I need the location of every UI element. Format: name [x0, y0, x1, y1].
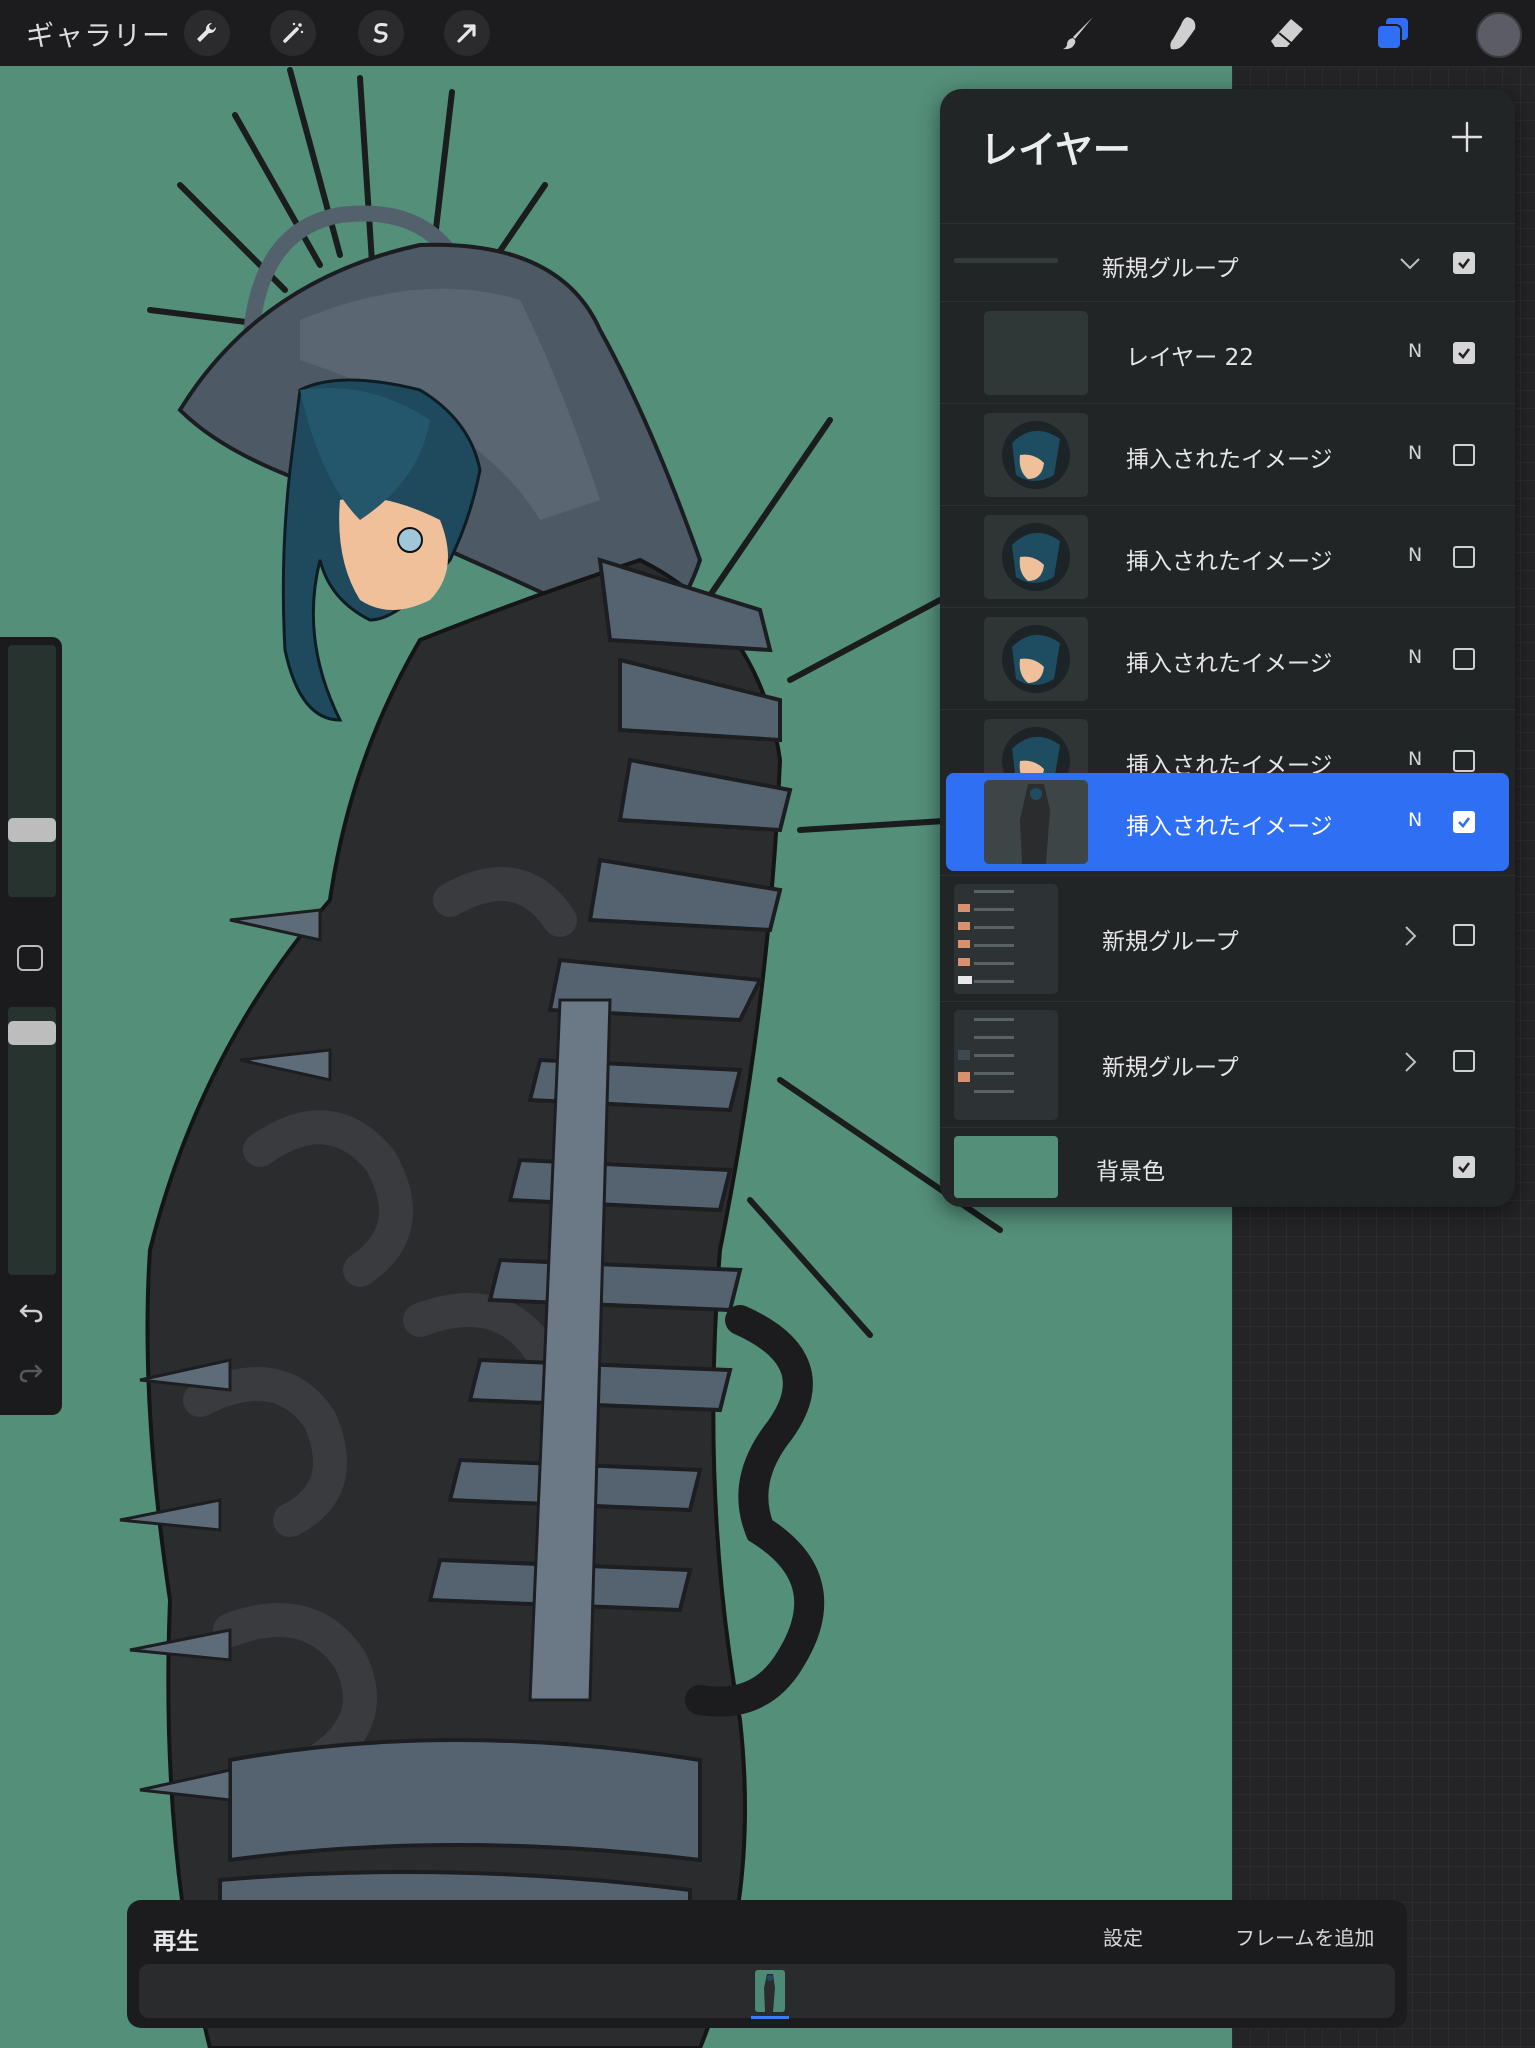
- visibility-checkbox[interactable]: [1453, 546, 1475, 568]
- layers-title: レイヤー: [980, 128, 1131, 172]
- visibility-checkbox[interactable]: [1453, 1050, 1475, 1072]
- brush-icon[interactable]: [1056, 10, 1102, 56]
- eraser-icon[interactable]: [1264, 10, 1310, 56]
- background-color-row[interactable]: 背景色: [940, 1127, 1515, 1207]
- visibility-checkbox[interactable]: [1453, 252, 1475, 274]
- opacity-handle[interactable]: [8, 1021, 56, 1045]
- layer-row[interactable]: レイヤー 22 N: [940, 301, 1515, 404]
- blend-mode[interactable]: N: [1408, 748, 1422, 770]
- chevron-right-icon[interactable]: [1396, 922, 1424, 950]
- chevron-right-icon[interactable]: [1396, 1048, 1424, 1076]
- frame-thumbnail[interactable]: [755, 1970, 785, 2012]
- background-swatch[interactable]: [954, 1136, 1058, 1198]
- visibility-checkbox[interactable]: [1453, 444, 1475, 466]
- layers-icon[interactable]: [1370, 10, 1416, 56]
- layer-name: 挿入されたイメージ: [1126, 651, 1333, 677]
- blend-mode[interactable]: N: [1408, 809, 1422, 831]
- transform-arrow-icon[interactable]: [444, 10, 490, 56]
- top-toolbar: ギャラリー: [0, 0, 1535, 66]
- group-thumbnail: [954, 884, 1058, 994]
- magic-wand-icon[interactable]: [270, 10, 316, 56]
- layer-name: 挿入されたイメージ: [1126, 549, 1333, 575]
- layer-thumbnail: [984, 515, 1088, 599]
- plus-icon[interactable]: [1449, 119, 1485, 155]
- layer-thumbnail: [984, 311, 1088, 395]
- layer-group-row[interactable]: 新規グループ: [940, 223, 1515, 302]
- blend-mode[interactable]: N: [1408, 544, 1422, 566]
- layer-name: 新規グループ: [1102, 929, 1239, 955]
- visibility-checkbox[interactable]: [1453, 811, 1475, 833]
- visibility-checkbox[interactable]: [1453, 750, 1475, 772]
- undo-icon[interactable]: [17, 1299, 45, 1327]
- visibility-checkbox[interactable]: [1453, 924, 1475, 946]
- color-picker[interactable]: [1476, 12, 1522, 58]
- layer-thumbnail: [984, 413, 1088, 497]
- blend-mode[interactable]: N: [1408, 646, 1422, 668]
- modifier-square-icon[interactable]: [17, 945, 43, 971]
- layer-name: 挿入されたイメージ: [1126, 447, 1333, 473]
- brush-size-slider[interactable]: [8, 645, 56, 897]
- visibility-checkbox[interactable]: [1453, 342, 1475, 364]
- settings-button[interactable]: 設定: [1103, 1922, 1143, 1951]
- gallery-button[interactable]: ギャラリー: [26, 14, 171, 54]
- selection-icon[interactable]: [358, 10, 404, 56]
- layer-row-selected[interactable]: 挿入されたイメージ N: [946, 773, 1509, 871]
- add-frame-button[interactable]: フレームを追加: [1235, 1922, 1374, 1951]
- layer-name: 新規グループ: [1102, 1055, 1239, 1081]
- blend-mode[interactable]: N: [1408, 442, 1422, 464]
- visibility-checkbox[interactable]: [1453, 648, 1475, 670]
- smudge-icon[interactable]: [1160, 10, 1206, 56]
- visibility-checkbox[interactable]: [1453, 1156, 1475, 1178]
- layer-name: 新規グループ: [1102, 256, 1239, 282]
- timeline[interactable]: [139, 1964, 1395, 2019]
- group-thumbnail: [954, 258, 1058, 263]
- layer-thumbnail: [984, 617, 1088, 701]
- layer-row[interactable]: 挿入されたイメージ N: [940, 607, 1515, 710]
- chevron-down-icon[interactable]: [1396, 249, 1424, 277]
- redo-icon[interactable]: [17, 1359, 45, 1387]
- layer-name: 背景色: [1096, 1159, 1165, 1185]
- frame-selection-indicator: [751, 2016, 789, 2019]
- blend-mode[interactable]: N: [1408, 340, 1422, 362]
- wrench-icon[interactable]: [184, 10, 230, 56]
- layer-name: 挿入されたイメージ: [1126, 814, 1333, 840]
- layers-panel: レイヤー 新規グループ レイヤー 22 N 挿入されたイメージ N 挿入されたイ…: [940, 89, 1515, 1207]
- play-button[interactable]: 再生: [153, 1922, 199, 1956]
- left-sidebar: [0, 637, 62, 1415]
- layer-name: レイヤー 22: [1126, 345, 1254, 371]
- animation-assist-bar: 再生 設定 フレームを追加: [127, 1900, 1407, 2028]
- layer-row[interactable]: 挿入されたイメージ N: [940, 403, 1515, 506]
- layer-thumbnail: [984, 780, 1088, 864]
- opacity-slider[interactable]: [8, 1007, 56, 1275]
- group-thumbnail: [954, 1010, 1058, 1120]
- layer-group-row[interactable]: 新規グループ: [940, 875, 1515, 1002]
- brush-size-handle[interactable]: [8, 818, 56, 842]
- layer-group-row[interactable]: 新規グループ: [940, 1001, 1515, 1128]
- layer-row[interactable]: 挿入されたイメージ N: [940, 505, 1515, 608]
